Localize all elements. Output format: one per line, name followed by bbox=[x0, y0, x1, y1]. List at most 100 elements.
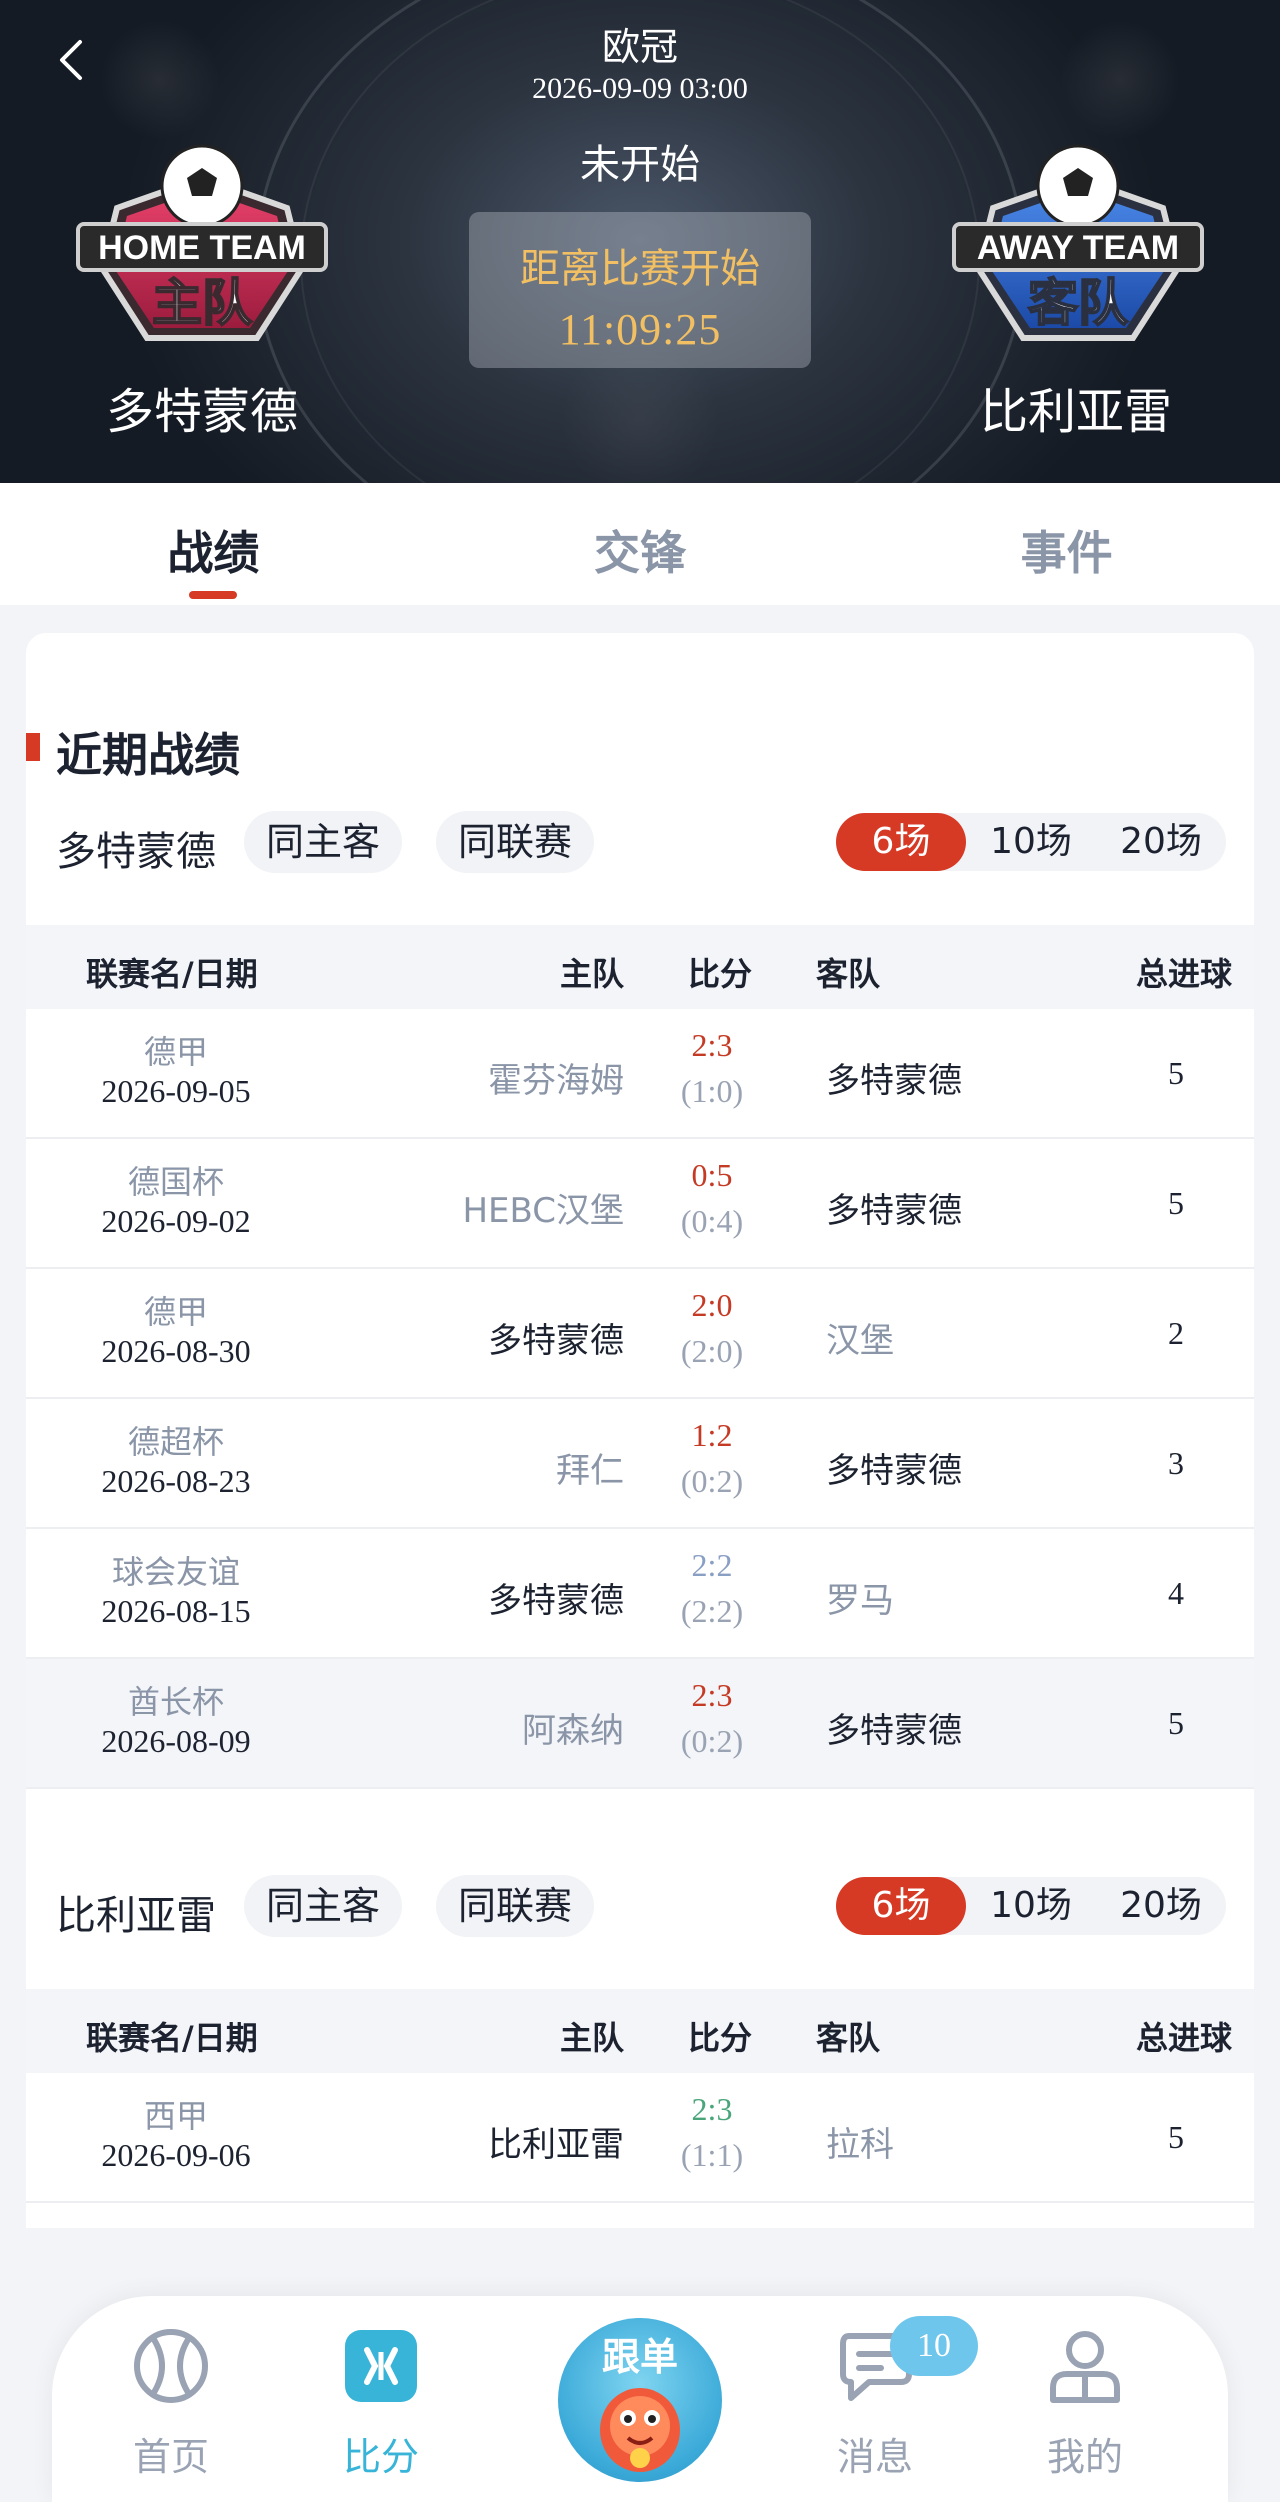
row-score: 2:3 bbox=[691, 1027, 733, 1063]
row-date: 2026-09-02 bbox=[101, 1203, 251, 1239]
col-away: 客队 bbox=[816, 955, 881, 993]
table-row[interactable]: 德甲 2026-08-30 多特蒙德 2:0 (2:0) 汉堡 2 bbox=[26, 1269, 1254, 1399]
row-half-score: (0:2) bbox=[680, 1463, 744, 1499]
nav-home[interactable]: 首页 bbox=[96, 2326, 246, 2481]
col-score: 比分 bbox=[688, 2019, 753, 2057]
away-filter-same-home-away[interactable]: 同主客 bbox=[244, 1875, 403, 1937]
row-league: 德甲 bbox=[143, 1033, 208, 1071]
home-filter-same-home-away[interactable]: 同主客 bbox=[244, 811, 403, 873]
table-row[interactable]: 德甲 2026-09-05 霍芬海姆 2:3 (1:0) 多特蒙德 5 bbox=[26, 1009, 1254, 1139]
nav-score[interactable]: 比分 bbox=[306, 2326, 456, 2481]
home-count-6[interactable]: 6场 bbox=[836, 813, 966, 871]
bottom-nav: 首页 比分 跟单 消息 10 我的 bbox=[52, 2296, 1228, 2502]
match-datetime: 2026-09-09 03:00 bbox=[532, 72, 748, 105]
away-team-name[interactable]: 比利亚雷 bbox=[896, 372, 1256, 442]
row-total-goals: 5 bbox=[1168, 1055, 1184, 1091]
row-home-team: 拜仁 bbox=[556, 1451, 624, 1491]
home-count-10[interactable]: 10场 bbox=[966, 813, 1096, 871]
table-row[interactable]: 德国杯 2026-09-02 HEBC汉堡 0:5 (0:4) 多特蒙德 5 bbox=[26, 1139, 1254, 1269]
away-count-selector: 6场 10场 20场 bbox=[836, 1877, 1226, 1935]
row-half-score: (0:4) bbox=[680, 1203, 744, 1239]
away-count-20[interactable]: 20场 bbox=[1096, 1877, 1226, 1935]
row-half-score: (0:2) bbox=[680, 1723, 744, 1759]
home-table-header: 联赛名/日期 主队 比分 客队 总进球 bbox=[26, 925, 1254, 1009]
row-away-team: 汉堡 bbox=[826, 1321, 894, 1361]
countdown-label: 距离比赛开始 bbox=[520, 246, 760, 292]
table-row[interactable]: 酋长杯 2026-08-09 阿森纳 2:3 (0:2) 多特蒙德 5 bbox=[26, 1659, 1254, 1789]
recent-record-card: 近期战绩 多特蒙德 同主客 同联赛 6场 10场 20场 联赛名/日期 主队 比… bbox=[26, 633, 1254, 2228]
table-row[interactable]: 西甲 2026-09-06 比利亚雷 2:3 (1:1) 拉科 5 bbox=[26, 2073, 1254, 2203]
col-away: 客队 bbox=[816, 2019, 881, 2057]
home-team-logo: HOME TEAM 主队 bbox=[76, 144, 328, 341]
row-league: 德国杯 bbox=[127, 1163, 224, 1201]
league-name: 欧冠 bbox=[601, 25, 678, 69]
nav-home-label: 首页 bbox=[132, 2435, 209, 2479]
row-date: 2026-08-09 bbox=[101, 1723, 251, 1759]
row-total-goals: 5 bbox=[1168, 1705, 1184, 1741]
away-team-logo: AWAY TEAM 客队 bbox=[952, 144, 1204, 341]
svg-text:AWAY TEAM: AWAY TEAM bbox=[977, 229, 1179, 267]
tennis-ball-icon bbox=[134, 2329, 208, 2403]
svg-text:主队: 主队 bbox=[152, 274, 253, 332]
row-score: 1:2 bbox=[691, 1417, 733, 1453]
row-score: 2:2 bbox=[691, 1547, 733, 1583]
row-score: 2:0 bbox=[691, 1287, 733, 1323]
row-half-score: (2:0) bbox=[680, 1333, 744, 1369]
table-row[interactable]: 德超杯 2026-08-23 拜仁 1:2 (0:2) 多特蒙德 3 bbox=[26, 1399, 1254, 1529]
row-total-goals: 2 bbox=[1168, 1315, 1184, 1351]
row-league: 球会友谊 bbox=[111, 1553, 240, 1591]
row-home-team: HEBC汉堡 bbox=[462, 1191, 624, 1231]
row-date: 2026-09-05 bbox=[101, 1073, 251, 1109]
row-total-goals: 4 bbox=[1168, 1575, 1184, 1611]
tab-head-to-head[interactable]: 交锋 bbox=[427, 483, 854, 605]
away-filter-same-league[interactable]: 同联赛 bbox=[436, 1875, 595, 1937]
section-title-marker bbox=[26, 733, 40, 761]
countdown-box: 距离比赛开始 11:09:25 bbox=[469, 212, 811, 368]
tab-record[interactable]: 战绩 bbox=[0, 483, 427, 605]
home-count-20[interactable]: 20场 bbox=[1096, 813, 1226, 871]
nav-profile[interactable]: 我的 bbox=[1010, 2326, 1160, 2481]
home-filter-same-league[interactable]: 同联赛 bbox=[436, 811, 595, 873]
row-home-team: 霍芬海姆 bbox=[488, 1061, 624, 1101]
row-date: 2026-08-15 bbox=[101, 1593, 251, 1629]
row-away-team: 多特蒙德 bbox=[826, 1711, 962, 1751]
tab-events[interactable]: 事件 bbox=[853, 483, 1280, 605]
col-home: 主队 bbox=[560, 955, 625, 993]
col-total: 总进球 bbox=[1136, 2019, 1233, 2057]
col-league-date: 联赛名/日期 bbox=[86, 2019, 258, 2057]
tab-bar: 战绩 交锋 事件 bbox=[0, 483, 1280, 605]
row-league: 西甲 bbox=[143, 2097, 208, 2135]
away-table-header: 联赛名/日期 主队 比分 客队 总进球 bbox=[26, 1989, 1254, 2073]
row-total-goals: 5 bbox=[1168, 2119, 1184, 2155]
svg-text:HOME TEAM: HOME TEAM bbox=[98, 229, 306, 267]
row-league: 德甲 bbox=[143, 1293, 208, 1331]
nav-score-label: 比分 bbox=[342, 2435, 419, 2479]
row-away-team: 多特蒙德 bbox=[826, 1191, 962, 1231]
row-home-team: 比利亚雷 bbox=[488, 2125, 624, 2165]
row-home-team: 阿森纳 bbox=[522, 1711, 624, 1751]
profile-icon bbox=[1050, 2331, 1120, 2403]
nav-follow[interactable]: 跟单 bbox=[558, 2318, 722, 2482]
row-total-goals: 3 bbox=[1168, 1445, 1184, 1481]
row-total-goals: 5 bbox=[1168, 1185, 1184, 1221]
section-title: 近期战绩 bbox=[56, 728, 240, 782]
row-score: 2:3 bbox=[691, 1677, 733, 1713]
score-icon bbox=[345, 2330, 417, 2402]
row-score: 2:3 bbox=[691, 2091, 733, 2127]
table-row[interactable]: 球会友谊 2026-08-15 多特蒙德 2:2 (2:2) 罗马 4 bbox=[26, 1529, 1254, 1659]
row-away-team: 多特蒙德 bbox=[826, 1061, 962, 1101]
home-team-name[interactable]: 多特蒙德 bbox=[22, 372, 382, 442]
home-filter-team: 多特蒙德 bbox=[56, 829, 216, 875]
away-count-10[interactable]: 10场 bbox=[966, 1877, 1096, 1935]
countdown-time: 11:09:25 bbox=[558, 305, 722, 354]
away-filter-team: 比利亚雷 bbox=[56, 1893, 216, 1939]
away-count-6[interactable]: 6场 bbox=[836, 1877, 966, 1935]
row-half-score: (2:2) bbox=[680, 1593, 744, 1629]
row-home-team: 多特蒙德 bbox=[488, 1321, 624, 1361]
message-badge: 10 bbox=[890, 2316, 978, 2376]
row-away-team: 罗马 bbox=[826, 1581, 894, 1621]
home-count-selector: 6场 10场 20场 bbox=[836, 813, 1226, 871]
col-total: 总进球 bbox=[1136, 955, 1233, 993]
row-score: 0:5 bbox=[691, 1157, 733, 1193]
row-date: 2026-08-30 bbox=[101, 1333, 251, 1369]
